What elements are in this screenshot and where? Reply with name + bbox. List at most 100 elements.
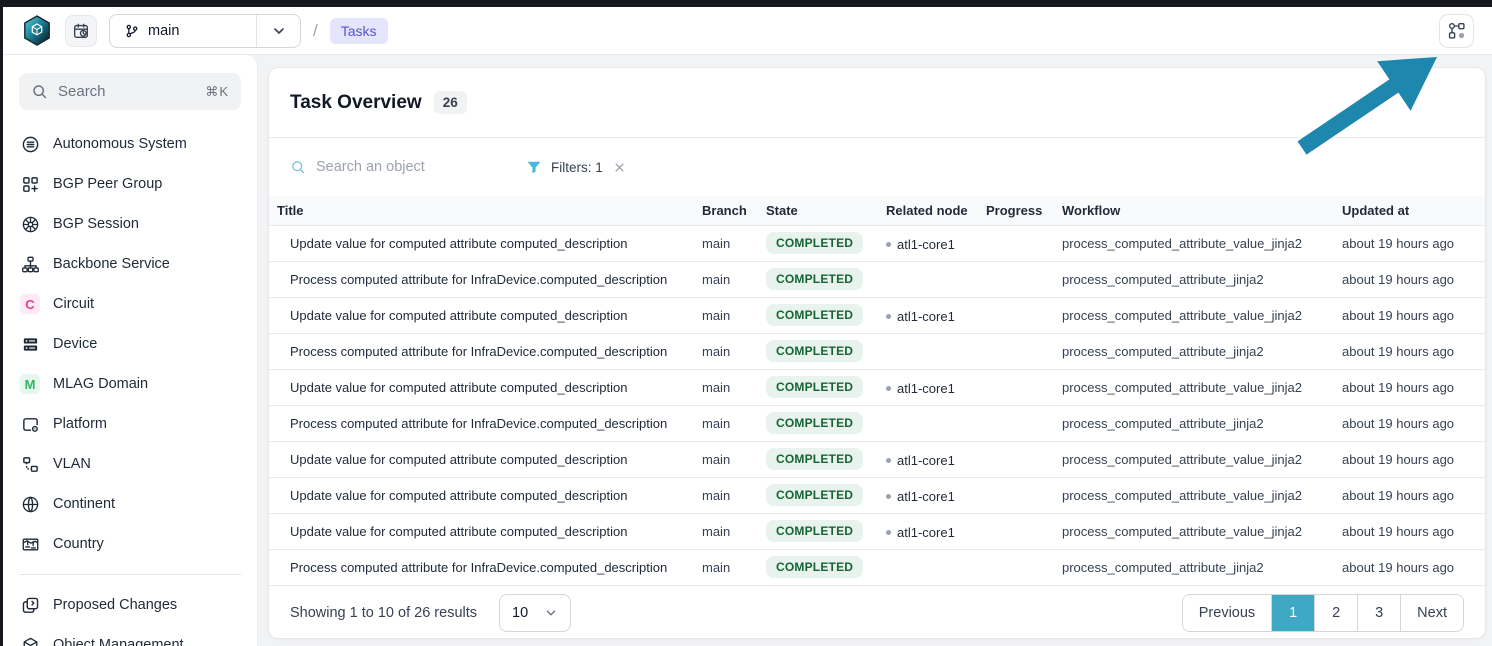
page-size-select[interactable]: 10 — [499, 594, 571, 632]
table-row[interactable]: Update value for computed attribute comp… — [269, 513, 1485, 549]
previous-page-button[interactable]: Previous — [1183, 595, 1271, 631]
related-node-cell: atl1-core1 — [878, 225, 978, 261]
workflow-cell: process_computed_attribute_value_jinja2 — [1054, 441, 1334, 477]
sidebar-item-label: VLAN — [53, 456, 91, 472]
continent-icon — [20, 494, 40, 514]
workflow-cell: process_computed_attribute_jinja2 — [1054, 333, 1334, 369]
bgp-peer-group-icon — [20, 174, 40, 194]
funnel-icon[interactable] — [526, 159, 542, 175]
state-cell: COMPLETED — [758, 441, 878, 477]
progress-cell — [978, 513, 1054, 549]
updated-at-cell: about 19 hours ago — [1334, 225, 1485, 261]
breadcrumb-separator: / — [313, 21, 318, 41]
table-row[interactable]: Update value for computed attribute comp… — [269, 477, 1485, 513]
pagination: Previous 123 Next — [1182, 594, 1464, 632]
page-number-button[interactable]: 3 — [1357, 595, 1400, 631]
related-node-cell: atl1-core1 — [878, 297, 978, 333]
sidebar-item-label: MLAG Domain — [53, 376, 148, 392]
sidebar-item[interactable]: Proposed Changes — [3, 585, 257, 625]
task-title-cell: Process computed attribute for InfraDevi… — [269, 333, 694, 369]
sidebar-item[interactable]: C Circuit — [3, 284, 257, 324]
calendar-clock-button[interactable] — [65, 15, 97, 47]
state-cell: COMPLETED — [758, 549, 878, 585]
related-node-cell — [878, 261, 978, 297]
object-search-placeholder: Search an object — [316, 159, 425, 175]
updated-at-cell: about 19 hours ago — [1334, 369, 1485, 405]
page-number-button[interactable]: 2 — [1314, 595, 1357, 631]
node-dot — [886, 242, 891, 247]
sidebar-item[interactable]: BGP Session — [3, 204, 257, 244]
chevron-down-icon — [544, 606, 558, 620]
table-row[interactable]: Update value for computed attribute comp… — [269, 441, 1485, 477]
related-node-link[interactable]: atl1-core1 — [897, 453, 955, 468]
progress-cell — [978, 405, 1054, 441]
sidebar-item-label: Autonomous System — [53, 136, 187, 152]
task-title-cell: Process computed attribute for InfraDevi… — [269, 549, 694, 585]
search-icon — [31, 83, 48, 100]
table-row[interactable]: Process computed attribute for InfraDevi… — [269, 549, 1485, 585]
next-page-button[interactable]: Next — [1400, 595, 1463, 631]
workflow-cell: process_computed_attribute_value_jinja2 — [1054, 297, 1334, 333]
related-node-link[interactable]: atl1-core1 — [897, 309, 955, 324]
calendar-clock-icon — [72, 22, 90, 40]
progress-cell — [978, 369, 1054, 405]
sidebar-item[interactable]: Country — [3, 524, 257, 564]
app-logo-icon[interactable] — [21, 14, 53, 48]
task-title-cell: Update value for computed attribute comp… — [269, 513, 694, 549]
object-search-input[interactable]: Search an object — [290, 159, 502, 175]
mlag-letter-icon: M — [20, 374, 40, 394]
updated-at-cell: about 19 hours ago — [1334, 549, 1485, 585]
workflow-cell: process_computed_attribute_value_jinja2 — [1054, 477, 1334, 513]
branch-selector-toggle[interactable] — [256, 15, 300, 47]
branch-cell: main — [694, 441, 758, 477]
filters-count-label[interactable]: Filters: 1 — [551, 160, 603, 175]
table-row[interactable]: Update value for computed attribute comp… — [269, 297, 1485, 333]
workflow-cell: process_computed_attribute_jinja2 — [1054, 549, 1334, 585]
search-icon — [290, 159, 306, 175]
page-number-button[interactable]: 1 — [1271, 595, 1314, 631]
branch-cell: main — [694, 333, 758, 369]
sidebar-item[interactable]: Object Management — [3, 625, 257, 646]
sidebar-item[interactable]: Continent — [3, 484, 257, 524]
proposed-changes-icon — [20, 595, 40, 615]
task-title-cell: Update value for computed attribute comp… — [269, 297, 694, 333]
breadcrumb-tasks[interactable]: Tasks — [330, 18, 388, 44]
updated-at-cell: about 19 hours ago — [1334, 513, 1485, 549]
clear-filters-button[interactable] — [612, 160, 627, 175]
table-row[interactable]: Process computed attribute for InfraDevi… — [269, 333, 1485, 369]
sidebar-item[interactable]: Device — [3, 324, 257, 364]
branch-selector[interactable]: main — [109, 14, 301, 48]
task-title-cell: Update value for computed attribute comp… — [269, 441, 694, 477]
sidebar-item[interactable]: Platform — [3, 404, 257, 444]
related-node-cell: atl1-core1 — [878, 441, 978, 477]
sidebar-item[interactable]: VLAN — [3, 444, 257, 484]
sidebar-item[interactable]: M MLAG Domain — [3, 364, 257, 404]
branch-selector-value[interactable]: main — [110, 23, 256, 39]
panel-header: Task Overview 26 — [269, 68, 1485, 138]
status-badge: COMPLETED — [766, 412, 863, 434]
related-node-link[interactable]: atl1-core1 — [897, 381, 955, 396]
sidebar-item[interactable]: Autonomous System — [3, 124, 257, 164]
progress-cell — [978, 297, 1054, 333]
sidebar-item[interactable]: BGP Peer Group — [3, 164, 257, 204]
schema-button[interactable] — [1439, 14, 1474, 48]
sidebar-item-label: Device — [53, 336, 97, 352]
table-row[interactable]: Process computed attribute for InfraDevi… — [269, 405, 1485, 441]
sidebar-item-label: Proposed Changes — [53, 597, 177, 613]
related-node-cell: atl1-core1 — [878, 513, 978, 549]
sidebar-item-label: Country — [53, 536, 104, 552]
table-row[interactable]: Update value for computed attribute comp… — [269, 225, 1485, 261]
branch-name: main — [148, 23, 179, 39]
table-footer: Showing 1 to 10 of 26 results 10 Previou… — [269, 585, 1485, 639]
related-node-link[interactable]: atl1-core1 — [897, 489, 955, 504]
table-row[interactable]: Update value for computed attribute comp… — [269, 369, 1485, 405]
country-icon — [20, 534, 40, 554]
sidebar-item[interactable]: Backbone Service — [3, 244, 257, 284]
related-node-link[interactable]: atl1-core1 — [897, 525, 955, 540]
workflow-cell: process_computed_attribute_value_jinja2 — [1054, 225, 1334, 261]
related-node-cell — [878, 405, 978, 441]
related-node-link[interactable]: atl1-core1 — [897, 237, 955, 252]
sidebar-search-input[interactable]: Search ⌘K — [19, 73, 241, 110]
table-row[interactable]: Process computed attribute for InfraDevi… — [269, 261, 1485, 297]
sidebar-item-label: Platform — [53, 416, 107, 432]
